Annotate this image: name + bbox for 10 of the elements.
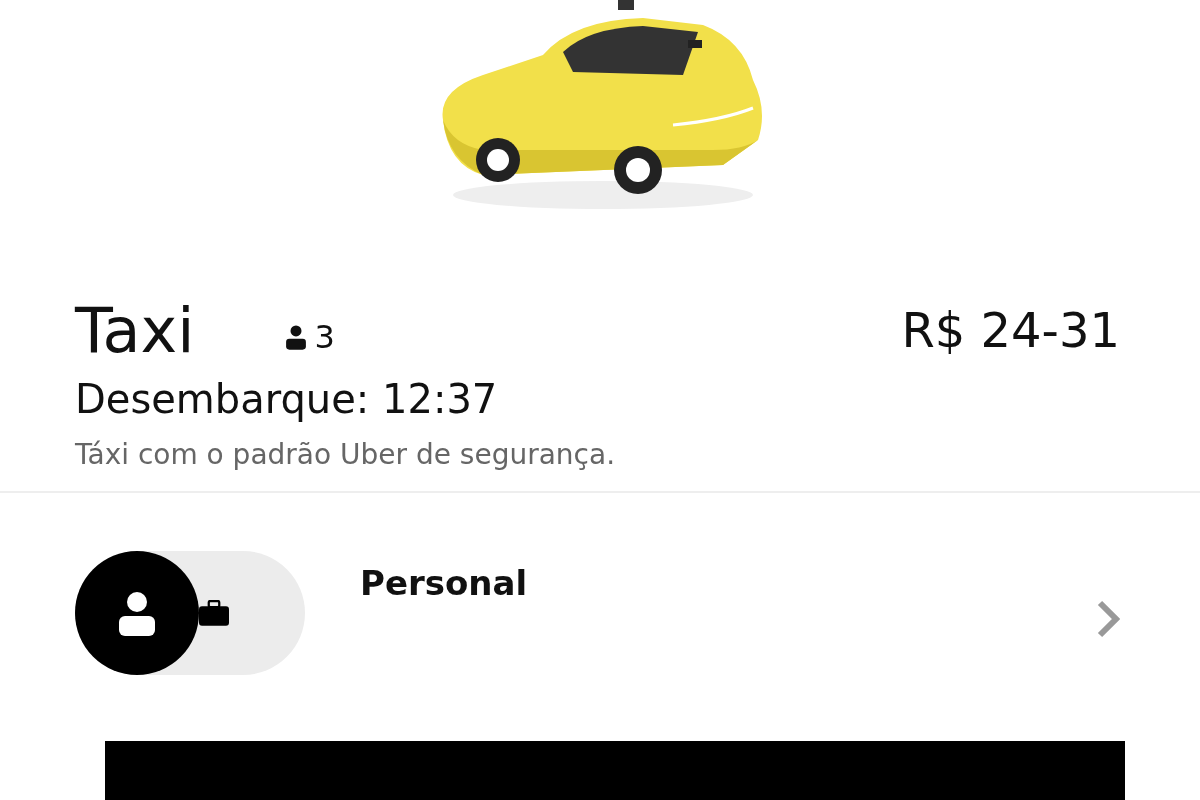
seat-count: 3 [314, 318, 335, 356]
ride-description: Táxi com o padrão Uber de segurança. [75, 438, 617, 471]
fare-price: R$ 24-31 [901, 302, 1120, 358]
ride-title: Taxi [75, 293, 195, 367]
dropoff-time: Desembarque: 12:37 [75, 376, 499, 422]
chevron-right-icon[interactable] [1096, 599, 1120, 639]
payment-profile-label: Personal [360, 563, 528, 603]
briefcase-icon [199, 600, 229, 626]
person-icon [284, 324, 307, 350]
person-icon [117, 590, 157, 636]
